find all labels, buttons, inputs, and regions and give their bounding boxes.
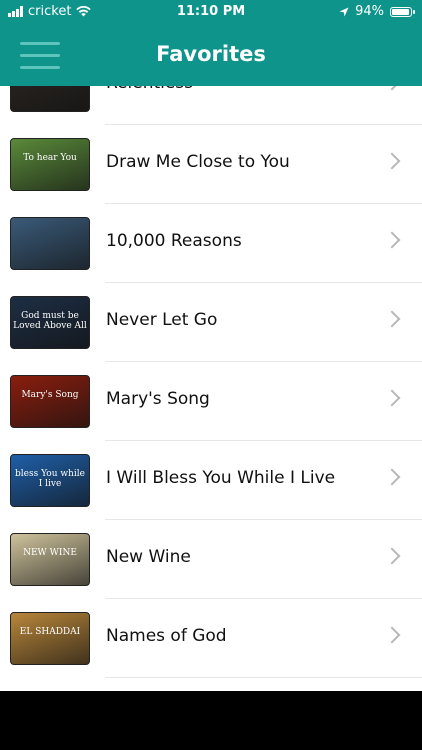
home-indicator-area — [0, 691, 422, 750]
chevron-right-icon — [383, 86, 401, 91]
page-title: Favorites — [156, 42, 266, 66]
favorites-list-content: RELENTLESS Relentless To hear You Draw Me C… — [0, 86, 422, 678]
chevron-right-icon — [383, 626, 401, 644]
location-arrow-icon — [339, 7, 349, 16]
chevron-right-icon — [383, 231, 401, 249]
song-title: New Wine — [106, 547, 191, 567]
list-item[interactable]: RELENTLESS Relentless — [0, 86, 422, 125]
chevron-right-icon — [383, 468, 401, 486]
song-title: Mary's Song — [106, 389, 210, 409]
battery-icon — [390, 6, 415, 17]
song-thumbnail: To hear You — [10, 138, 90, 191]
song-thumbnail: bless You while I live — [10, 454, 90, 507]
song-title: Names of God — [106, 626, 227, 646]
navigation-bar: Favorites — [0, 24, 422, 86]
favorites-list[interactable]: RELENTLESS Relentless To hear You Draw Me C… — [0, 86, 422, 691]
song-thumbnail: Mary's Song — [10, 375, 90, 428]
song-title: Draw Me Close to You — [106, 152, 290, 172]
thumbnail-caption: NEW WINE — [23, 548, 77, 558]
chevron-right-icon — [383, 547, 401, 565]
thumbnail-caption: EL SHADDAI — [19, 627, 81, 637]
list-item[interactable]: bless You while I live I Will Bless You W… — [0, 441, 422, 520]
song-thumbnail — [10, 217, 90, 270]
list-item[interactable]: Mary's Song Mary's Song — [0, 362, 422, 441]
row-separator — [105, 677, 422, 678]
chevron-right-icon — [383, 310, 401, 328]
chevron-right-icon — [383, 389, 401, 407]
list-item[interactable]: 10,000 Reasons — [0, 204, 422, 283]
song-title: I Will Bless You While I Live — [106, 468, 336, 488]
song-thumbnail: RELENTLESS — [10, 86, 90, 112]
thumbnail-caption: Mary's Song — [21, 390, 79, 400]
song-thumbnail: God must be Loved Above All — [10, 296, 90, 349]
thumbnail-caption: bless You while I live — [15, 469, 85, 489]
list-item[interactable]: NEW WINE New Wine — [0, 520, 422, 599]
battery-percent: 94% — [355, 4, 384, 19]
status-bar: cricket 11:10 PM 94% — [0, 0, 422, 24]
list-item[interactable]: God must be Loved Above All Never Let Go — [0, 283, 422, 362]
chevron-right-icon — [383, 152, 401, 170]
thumbnail-caption: To hear You — [23, 153, 77, 163]
song-thumbnail: NEW WINE — [10, 533, 90, 586]
thumbnail-caption: God must be Loved Above All — [13, 311, 87, 331]
status-right: 94% — [339, 4, 415, 19]
song-title: 10,000 Reasons — [106, 231, 242, 251]
song-thumbnail: EL SHADDAI — [10, 612, 90, 665]
list-item[interactable]: EL SHADDAI Names of God — [0, 599, 422, 678]
song-title: Never Let Go — [106, 310, 218, 330]
list-item[interactable]: To hear You Draw Me Close to You — [0, 125, 422, 204]
song-title: Relentless — [106, 86, 193, 93]
hamburger-line — [20, 66, 60, 69]
